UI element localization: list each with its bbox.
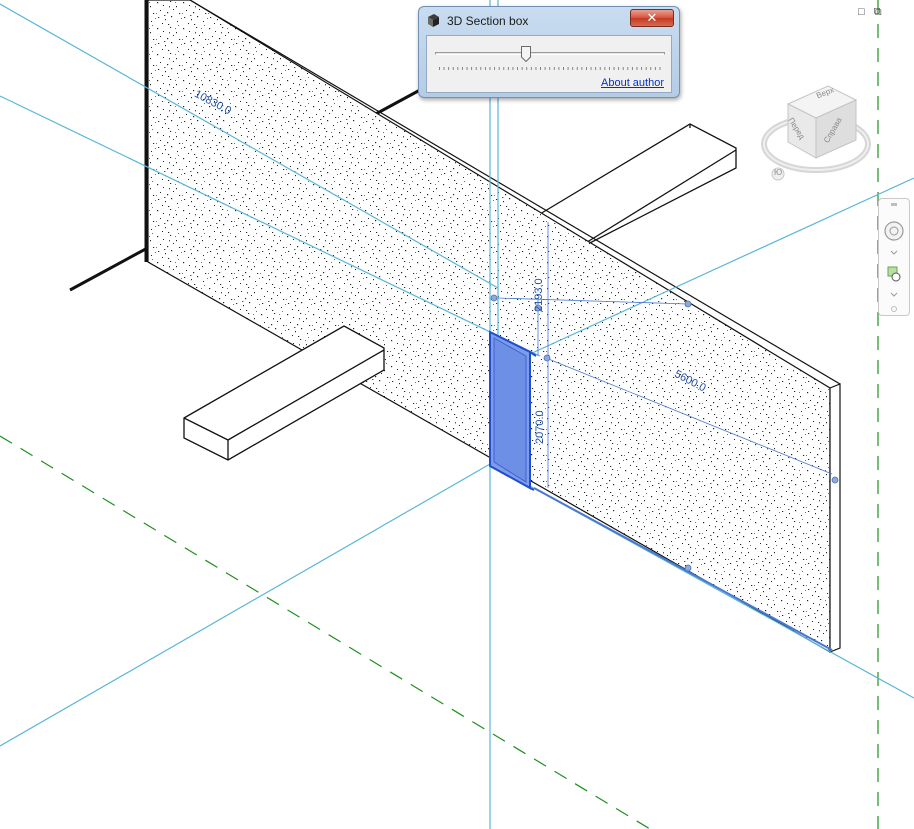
selected-opening	[489, 330, 537, 491]
about-author-link[interactable]: About author	[601, 77, 664, 89]
slider-thumb[interactable]	[520, 46, 531, 62]
view-window-controls: □ ⧉	[858, 6, 888, 19]
close-button[interactable]: ✕	[630, 9, 674, 27]
slider-ticks	[439, 67, 661, 71]
dimension-opening-height[interactable]: 2070.0	[534, 410, 546, 444]
view-cube[interactable]: Верх Перед Справа Ю	[758, 78, 888, 190]
dialog-titlebar[interactable]: 3D Section box ✕	[419, 7, 679, 33]
dialog-client-area: About author	[426, 35, 672, 93]
dialog-title: 3D Section box	[447, 14, 529, 28]
restore-icon[interactable]: ⧉	[874, 6, 882, 19]
section-box-dialog: 3D Section box ✕ About author	[418, 6, 680, 98]
beam-back	[538, 123, 737, 247]
section-depth-slider[interactable]	[435, 52, 665, 55]
minimize-icon[interactable]: □	[858, 6, 865, 18]
dimension-wall-height-upper[interactable]: 2193.0	[533, 278, 545, 312]
steering-wheel-icon	[884, 221, 904, 241]
cube-icon	[428, 14, 439, 27]
beam-front	[183, 325, 385, 461]
viewcube-compass-label: Ю	[774, 168, 783, 177]
navigation-bar	[878, 198, 910, 316]
